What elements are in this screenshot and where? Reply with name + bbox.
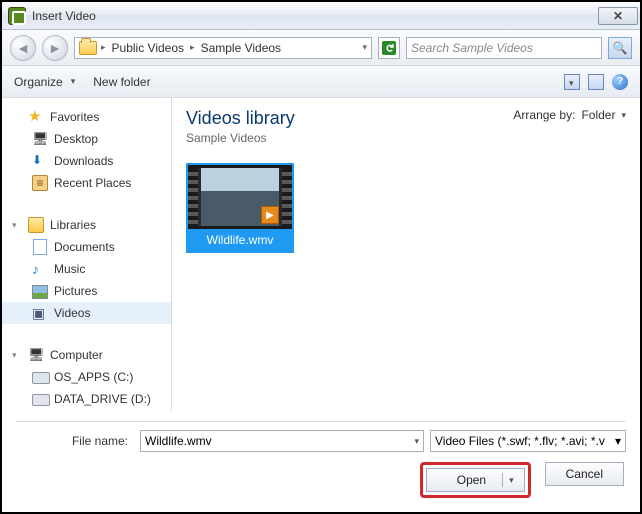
cancel-button[interactable]: Cancel xyxy=(545,462,624,486)
chevron-down-icon[interactable]: ▾ xyxy=(362,42,367,53)
sidebar-item-pictures[interactable]: Pictures xyxy=(2,280,171,302)
close-icon: ✕ xyxy=(613,9,623,23)
search-icon: 🔍 xyxy=(613,41,628,55)
sidebar-item-documents[interactable]: Documents xyxy=(2,236,171,258)
app-icon xyxy=(8,7,26,25)
file-list-pane: Videos library Sample Videos Arrange by:… xyxy=(172,98,640,411)
navigation-bar: ◄ ► ▸ Public Videos ▸ Sample Videos ▾ ↻ … xyxy=(2,30,640,66)
insert-video-dialog: Insert Video ✕ ◄ ► ▸ Public Videos ▸ Sam… xyxy=(0,0,642,514)
computer-icon xyxy=(28,347,44,363)
sidebar-item-drive-c[interactable]: OS_APPS (C:) xyxy=(2,366,171,388)
video-thumbnail: ▶ xyxy=(188,165,292,229)
library-title: Videos library xyxy=(186,108,295,129)
file-item-label: Wildlife.wmv xyxy=(188,229,292,251)
cancel-button-label: Cancel xyxy=(566,467,603,481)
search-button[interactable]: 🔍 xyxy=(608,37,632,59)
file-type-filter[interactable]: Video Files (*.swf; *.flv; *.avi; *.v ▾ xyxy=(430,430,626,452)
back-button[interactable]: ◄ xyxy=(10,35,36,61)
downloads-icon xyxy=(32,153,48,169)
open-button-highlight: Open ▾ xyxy=(420,462,531,498)
view-options-button[interactable] xyxy=(564,74,580,90)
open-button[interactable]: Open ▾ xyxy=(426,468,525,492)
library-subtitle: Sample Videos xyxy=(186,131,295,145)
recent-icon xyxy=(32,175,48,191)
close-button[interactable]: ✕ xyxy=(598,7,638,25)
new-folder-label: New folder xyxy=(93,75,150,89)
sidebar-item-recent-places[interactable]: Recent Places xyxy=(2,172,171,194)
titlebar: Insert Video ✕ xyxy=(2,2,640,30)
play-overlay-icon: ▶ xyxy=(261,206,279,224)
organize-menu[interactable]: Organize xyxy=(14,75,75,89)
sidebar-item-label: Desktop xyxy=(54,132,98,146)
folder-icon xyxy=(79,41,97,55)
chevron-down-icon: ▾ xyxy=(621,110,626,121)
sidebar-item-label: Music xyxy=(54,262,85,276)
pictures-icon xyxy=(32,283,48,299)
drive-icon xyxy=(32,391,48,407)
arrange-by-control[interactable]: Arrange by: Folder ▾ xyxy=(513,108,626,122)
sidebar-item-videos[interactable]: Videos xyxy=(2,302,171,324)
sidebar-item-label: Documents xyxy=(54,240,115,254)
documents-icon xyxy=(32,239,48,255)
file-name-input[interactable]: Wildlife.wmv ▾ xyxy=(140,430,424,452)
sidebar-group-libraries[interactable]: Libraries xyxy=(2,214,171,236)
computer-label: Computer xyxy=(50,348,103,362)
file-name-label: File name: xyxy=(16,434,134,448)
arrange-by-label: Arrange by: xyxy=(513,108,575,122)
sidebar-item-desktop[interactable]: Desktop xyxy=(2,128,171,150)
sidebar-item-music[interactable]: Music xyxy=(2,258,171,280)
star-icon xyxy=(28,109,44,125)
sidebar-item-downloads[interactable]: Downloads xyxy=(2,150,171,172)
search-input[interactable]: Search Sample Videos xyxy=(406,37,602,59)
chevron-right-icon: ▸ xyxy=(190,42,195,53)
sidebar-item-label: DATA_DRIVE (D:) xyxy=(54,392,151,406)
breadcrumb-item[interactable]: Public Videos xyxy=(110,41,187,55)
help-button[interactable]: ? xyxy=(612,74,628,90)
new-folder-button[interactable]: New folder xyxy=(93,75,150,89)
sidebar-item-label: Downloads xyxy=(54,154,113,168)
refresh-button[interactable]: ↻ xyxy=(378,37,400,59)
arrange-by-value: Folder xyxy=(581,108,615,122)
chevron-right-icon: ▸ xyxy=(101,42,106,53)
dialog-footer: File name: Wildlife.wmv ▾ Video Files (*… xyxy=(2,411,640,512)
videos-icon xyxy=(32,305,48,321)
drive-icon xyxy=(32,369,48,385)
sidebar-item-drive-d[interactable]: DATA_DRIVE (D:) xyxy=(2,388,171,410)
sidebar-item-label: Pictures xyxy=(54,284,97,298)
sidebar-group-computer[interactable]: Computer xyxy=(2,344,171,366)
libraries-icon xyxy=(28,217,44,233)
file-name-value: Wildlife.wmv xyxy=(145,434,212,448)
desktop-icon xyxy=(32,131,48,147)
breadcrumb-item[interactable]: Sample Videos xyxy=(199,41,284,55)
sidebar-group-favorites[interactable]: Favorites xyxy=(2,106,171,128)
file-item[interactable]: ▶ Wildlife.wmv xyxy=(186,163,294,253)
address-bar[interactable]: ▸ Public Videos ▸ Sample Videos ▾ xyxy=(74,37,372,59)
organize-label: Organize xyxy=(14,75,63,89)
filter-value: Video Files (*.swf; *.flv; *.avi; *.v xyxy=(435,434,605,448)
sidebar: Favorites Desktop Downloads Recent Place… xyxy=(2,98,172,411)
favorites-label: Favorites xyxy=(50,110,99,124)
chevron-down-icon[interactable]: ▾ xyxy=(503,475,520,486)
search-placeholder: Search Sample Videos xyxy=(411,41,533,55)
open-button-label: Open xyxy=(447,473,503,487)
sidebar-item-label: OS_APPS (C:) xyxy=(54,370,133,384)
preview-pane-button[interactable] xyxy=(588,74,604,90)
chevron-down-icon[interactable]: ▾ xyxy=(615,434,621,448)
toolbar: Organize New folder ? xyxy=(2,66,640,98)
refresh-icon: ↻ xyxy=(382,41,396,55)
sidebar-item-label: Videos xyxy=(54,306,90,320)
sidebar-item-label: Recent Places xyxy=(54,176,131,190)
window-title: Insert Video xyxy=(32,9,598,23)
music-icon xyxy=(32,261,48,277)
forward-button[interactable]: ► xyxy=(42,35,68,61)
libraries-label: Libraries xyxy=(50,218,96,232)
chevron-down-icon[interactable]: ▾ xyxy=(414,436,419,447)
